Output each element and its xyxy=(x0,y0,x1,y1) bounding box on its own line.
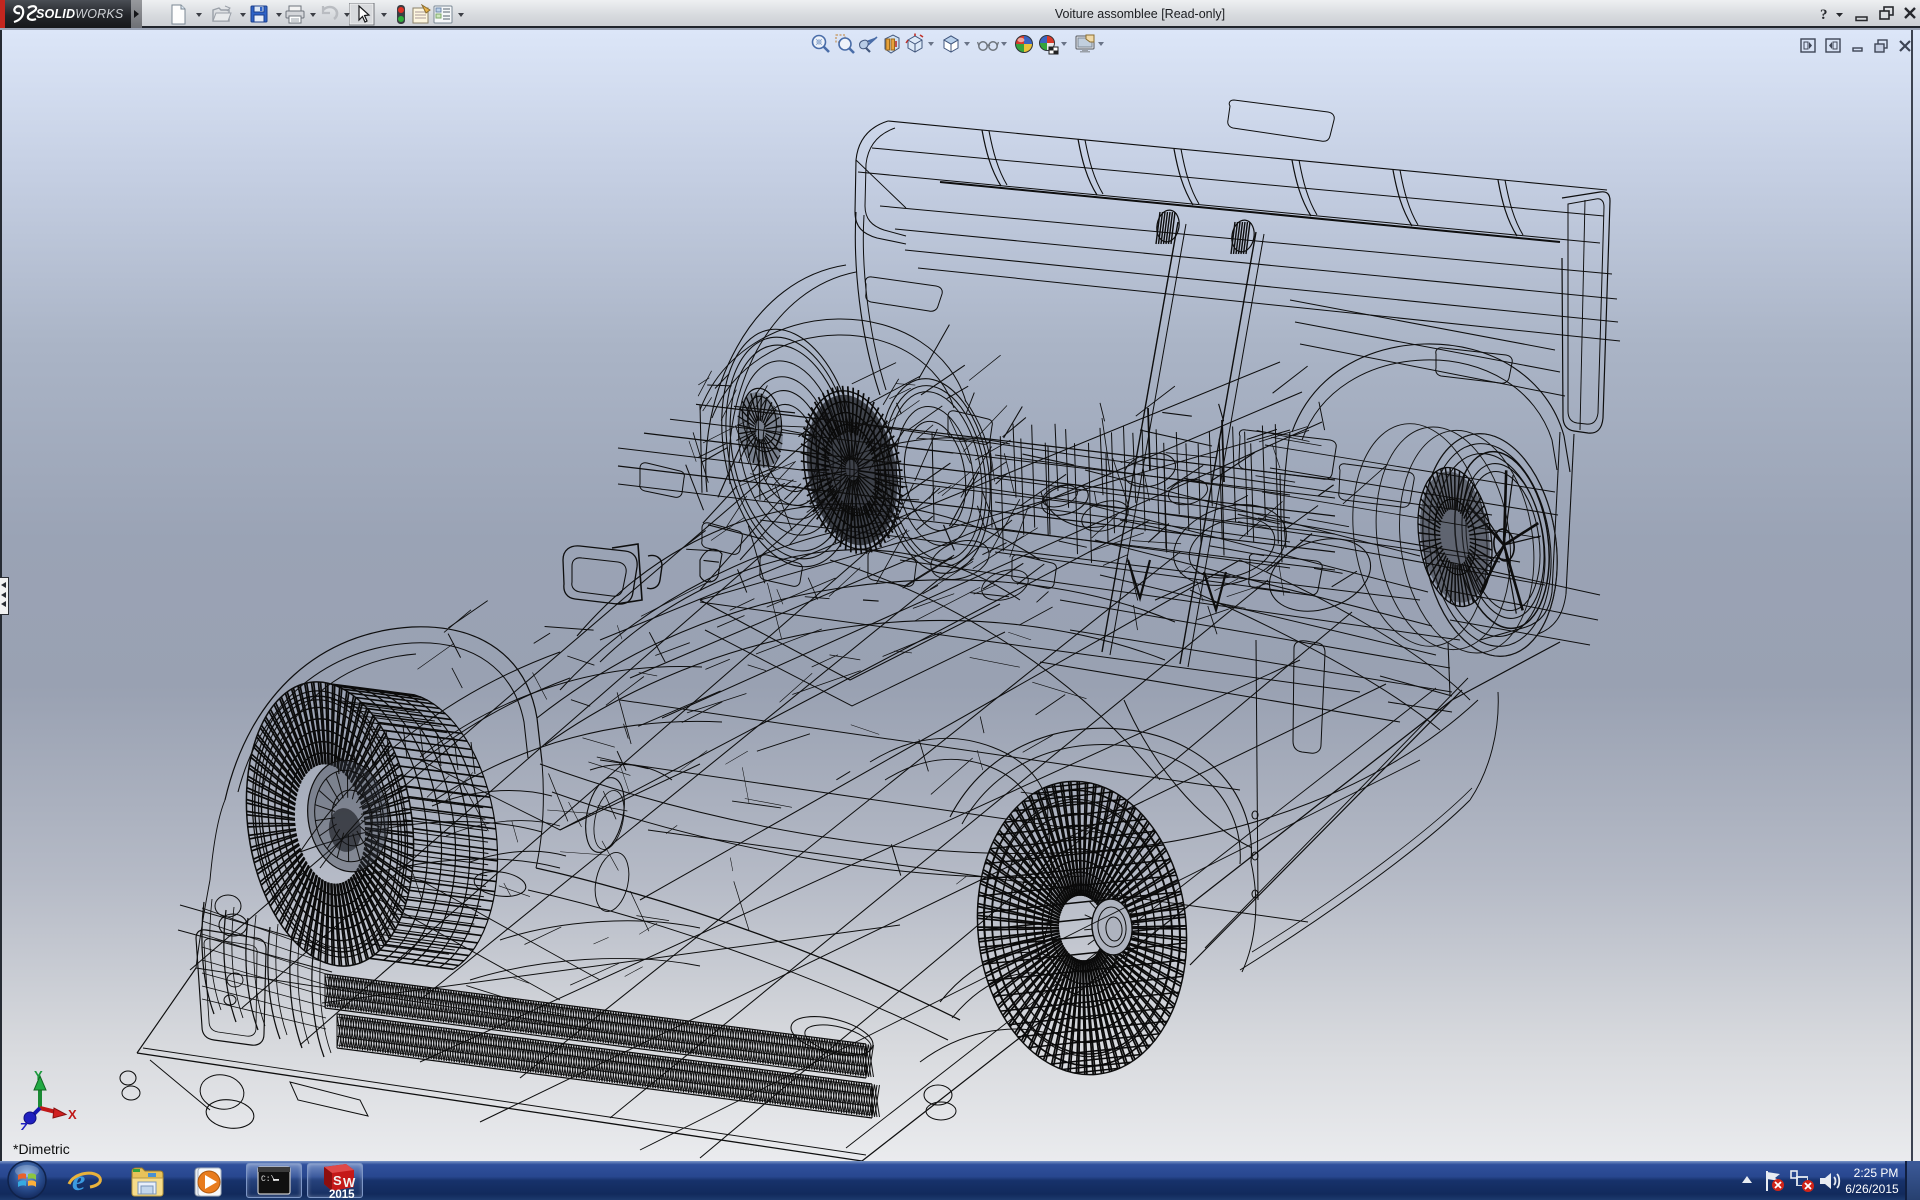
svg-text:Z: Z xyxy=(20,1120,28,1130)
svg-text:2015: 2015 xyxy=(329,1189,355,1199)
svg-text:W: W xyxy=(343,1175,356,1190)
svg-text:?: ? xyxy=(1820,7,1828,23)
svg-text:e: e xyxy=(72,1164,85,1197)
svg-text:X: X xyxy=(68,1107,77,1122)
svg-text:S: S xyxy=(333,1173,342,1188)
